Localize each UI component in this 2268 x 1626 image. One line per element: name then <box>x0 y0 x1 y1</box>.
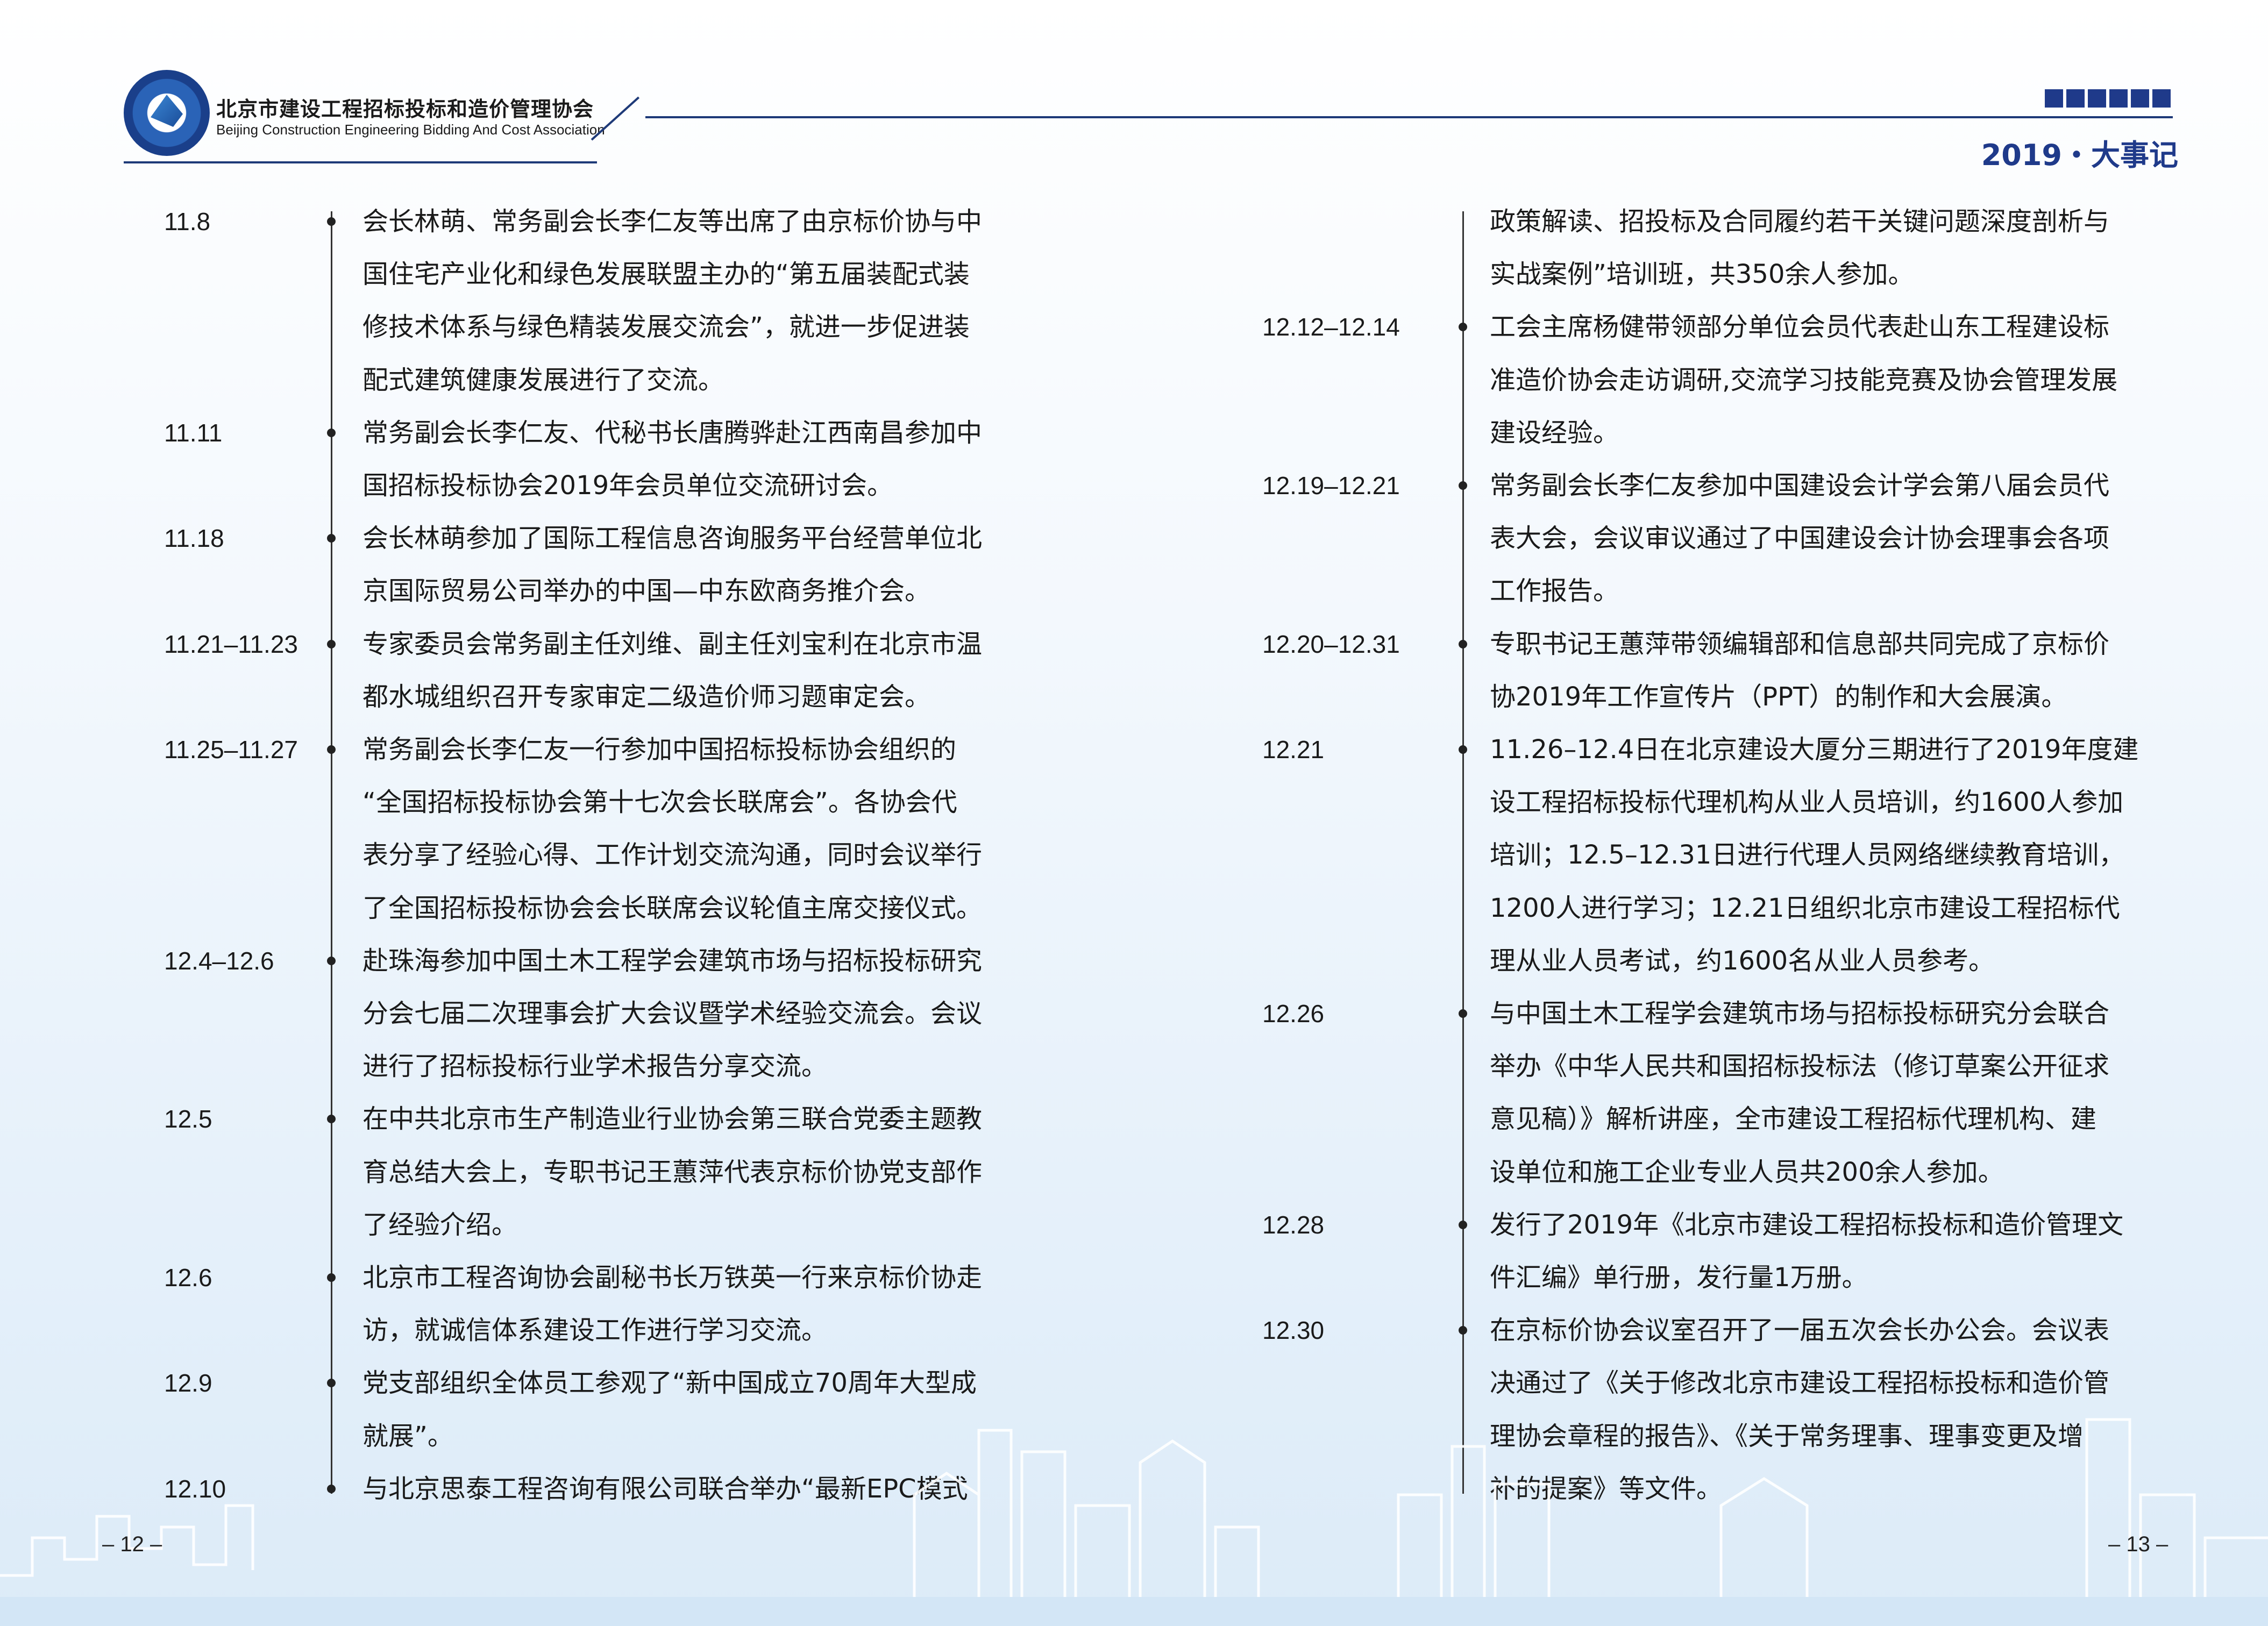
entry-text-line: 分会七届二次理事会扩大会议暨学术经验交流会。会议 <box>362 999 983 1029</box>
org-name-cn: 北京市建设工程招标投标和造价管理协会 <box>216 97 594 121</box>
entry-text-line: 了经验介绍。 <box>362 1209 518 1240</box>
entry-date: 11.25–11.27 <box>164 736 298 764</box>
entry-date: 12.5 <box>164 1105 212 1133</box>
entry-text-line: 国招标投标协会2019年会员单位交流研讨会。 <box>362 470 893 501</box>
entry-text-line: 实战案例”培训班，共350余人参加。 <box>1490 259 1914 290</box>
entry-date: 11.21–11.23 <box>164 630 298 658</box>
entry-date: 12.20–12.31 <box>1262 630 1400 658</box>
decor-squares <box>2045 89 2171 108</box>
entry-text-line: 政策解读、招投标及合同履约若干关键问题深度剖析与 <box>1490 206 2110 237</box>
entry-text-line: 与中国土木工程学会建筑市场与招标投标研究分会联合 <box>1490 999 2110 1029</box>
entry-text-line: 件汇编》单行册，发行量1万册。 <box>1490 1263 1868 1293</box>
timeline-dot <box>327 1379 336 1388</box>
header-rule <box>124 161 597 163</box>
timeline-line <box>331 211 332 1494</box>
entry-text-line: 发行了2019年《北京市建设工程招标投标和造价管理文 <box>1490 1209 2124 1240</box>
entry-text-line: 赴珠海参加中国土木工程学会建筑市场与招标投标研究 <box>362 945 983 976</box>
entry-text-line: 准造价协会走访调研,交流学习技能竞赛及协会管理发展 <box>1490 365 2118 395</box>
entry-text-line: 专家委员会常务副主任刘维、副主任刘宝利在北京市温 <box>362 629 983 659</box>
entry-text-line: 常务副会长李仁友参加中国建设会计学会第八届会员代 <box>1490 470 2110 501</box>
timeline-dot <box>1459 481 1467 490</box>
entry-text-line: 会长林萌、常务副会长李仁友等出席了由京标价协与中 <box>362 206 983 237</box>
entry-text-line: “全国招标投标协会第十七次会长联席会”。各协会代 <box>362 787 957 818</box>
entry-date: 12.6 <box>164 1264 212 1292</box>
header-rule-diagonal <box>591 96 640 141</box>
entry-text-line: 工会主席杨健带领部分单位会员代表赴山东工程建设标 <box>1490 312 2110 343</box>
timeline-dot <box>327 1115 336 1124</box>
entry-text-line: 了全国招标投标协会会长联席会议轮值主席交接仪式。 <box>362 893 983 923</box>
entry-date: 12.4–12.6 <box>164 946 274 975</box>
timeline-dot <box>1459 639 1467 648</box>
entry-text-line: 表分享了经验心得、工作计划交流沟通，同时会议举行 <box>362 840 983 871</box>
timeline-dot <box>1459 1009 1467 1018</box>
timeline-dot <box>327 1273 336 1282</box>
timeline-dot <box>1459 1326 1467 1335</box>
page-header: 北京市建设工程招标投标和造价管理协会 Beijing Construction … <box>0 0 2268 177</box>
entry-date: 12.12–12.14 <box>1262 313 1400 341</box>
entry-text-line: 都水城组织召开专家审定二级造价师习题审定会。 <box>362 681 931 712</box>
entry-text-line: 常务副会长李仁友、代秘书长唐腾骅赴江西南昌参加中 <box>362 417 983 448</box>
timeline-dot <box>327 745 336 754</box>
entry-date: 12.9 <box>164 1369 212 1397</box>
entry-text-line: 京国际贸易公司举办的中国—中东欧商务推介会。 <box>362 576 931 607</box>
entry-text-line: 工作报告。 <box>1490 576 1619 607</box>
header-rule-top <box>645 116 2173 118</box>
timeline-dot <box>327 428 336 437</box>
entry-text-line: 11.26–12.4日在北京建设大厦分三期进行了2019年度建 <box>1490 734 2139 765</box>
entry-date: 12.30 <box>1262 1316 1325 1345</box>
timeline-dot <box>327 534 336 543</box>
timeline-dot <box>1459 1220 1467 1229</box>
entry-text-line: 举办《中华人民共和国招标投标法（修订草案公开征求 <box>1490 1051 2110 1082</box>
entry-text-line: 常务副会长李仁友一行参加中国招标投标协会组织的 <box>362 734 957 765</box>
entry-text-line: 北京市工程咨询协会副秘书长万铁英一行来京标价协走 <box>362 1263 983 1293</box>
timeline-dot <box>327 217 336 226</box>
section-title: 2019・大事记 <box>1981 138 2178 172</box>
entry-text-line: 培训；12.5–12.31日进行代理人员网络继续教育培训， <box>1490 840 2125 871</box>
page-number-left: – 12 – <box>102 1532 162 1556</box>
entry-date: 11.18 <box>164 524 224 553</box>
entry-text-line: 协2019年工作宣传片（PPT）的制作和大会展演。 <box>1490 681 2067 712</box>
entry-text-line: 1200人进行学习；12.21日组织北京市建设工程招标代 <box>1490 893 2120 923</box>
entry-text-line: 在中共北京市生产制造业行业协会第三联合党委主题教 <box>362 1104 983 1135</box>
timeline-dot <box>327 639 336 648</box>
timeline-dot <box>327 956 336 965</box>
entry-date: 12.21 <box>1262 736 1325 764</box>
entry-text-line: 会长林萌参加了国际工程信息咨询服务平台经营单位北 <box>362 523 983 554</box>
timeline-line <box>1462 211 1464 1494</box>
entry-text-line: 进行了招标投标行业学术报告分享交流。 <box>362 1051 828 1082</box>
entry-text-line: 建设经验。 <box>1490 417 1619 448</box>
entry-text-line: 理从业人员考试，约1600名从业人员参考。 <box>1490 945 1995 976</box>
entry-text-line: 在京标价协会议室召开了一届五次会长办公会。会议表 <box>1490 1315 2110 1346</box>
city-skyline-decoration <box>0 1418 2268 1626</box>
entry-text-line: 设工程招标投标代理机构从业人员培训，约1600人参加 <box>1490 787 2124 818</box>
entry-text-line: 专职书记王蕙萍带领编辑部和信息部共同完成了京标价 <box>1490 629 2110 659</box>
entry-text-line: 育总结大会上，专职书记王蕙萍代表京标价协党支部作 <box>362 1157 983 1187</box>
entry-date: 12.28 <box>1262 1210 1325 1239</box>
entry-text-line: 设单位和施工企业专业人员共200余人参加。 <box>1490 1157 2004 1187</box>
association-logo <box>124 70 210 156</box>
entry-text-line: 访，就诚信体系建设工作进行学习交流。 <box>362 1315 828 1346</box>
org-name-en: Beijing Construction Engineering Bidding… <box>216 122 605 138</box>
timeline-dot <box>1459 323 1467 332</box>
entry-date: 12.19–12.21 <box>1262 472 1400 500</box>
entry-text-line: 修技术体系与绿色精装发展交流会”，就进一步促进装 <box>362 312 970 343</box>
entry-text-line: 意见稿）》解析讲座，全市建设工程招标代理机构、建 <box>1490 1104 2097 1135</box>
entry-date: 11.11 <box>164 418 223 447</box>
page-number-right: – 13 – <box>2108 1532 2169 1556</box>
entry-text-line: 国住宅产业化和绿色发展联盟主办的“第五届装配式装 <box>362 259 970 290</box>
entry-text-line: 配式建筑健康发展进行了交流。 <box>362 365 724 395</box>
entry-date: 11.8 <box>164 208 211 236</box>
entry-text-line: 表大会，会议审议通过了中国建设会计协会理事会各项 <box>1490 523 2110 554</box>
entry-date: 12.26 <box>1262 1000 1325 1028</box>
timeline-dot <box>1459 745 1467 754</box>
